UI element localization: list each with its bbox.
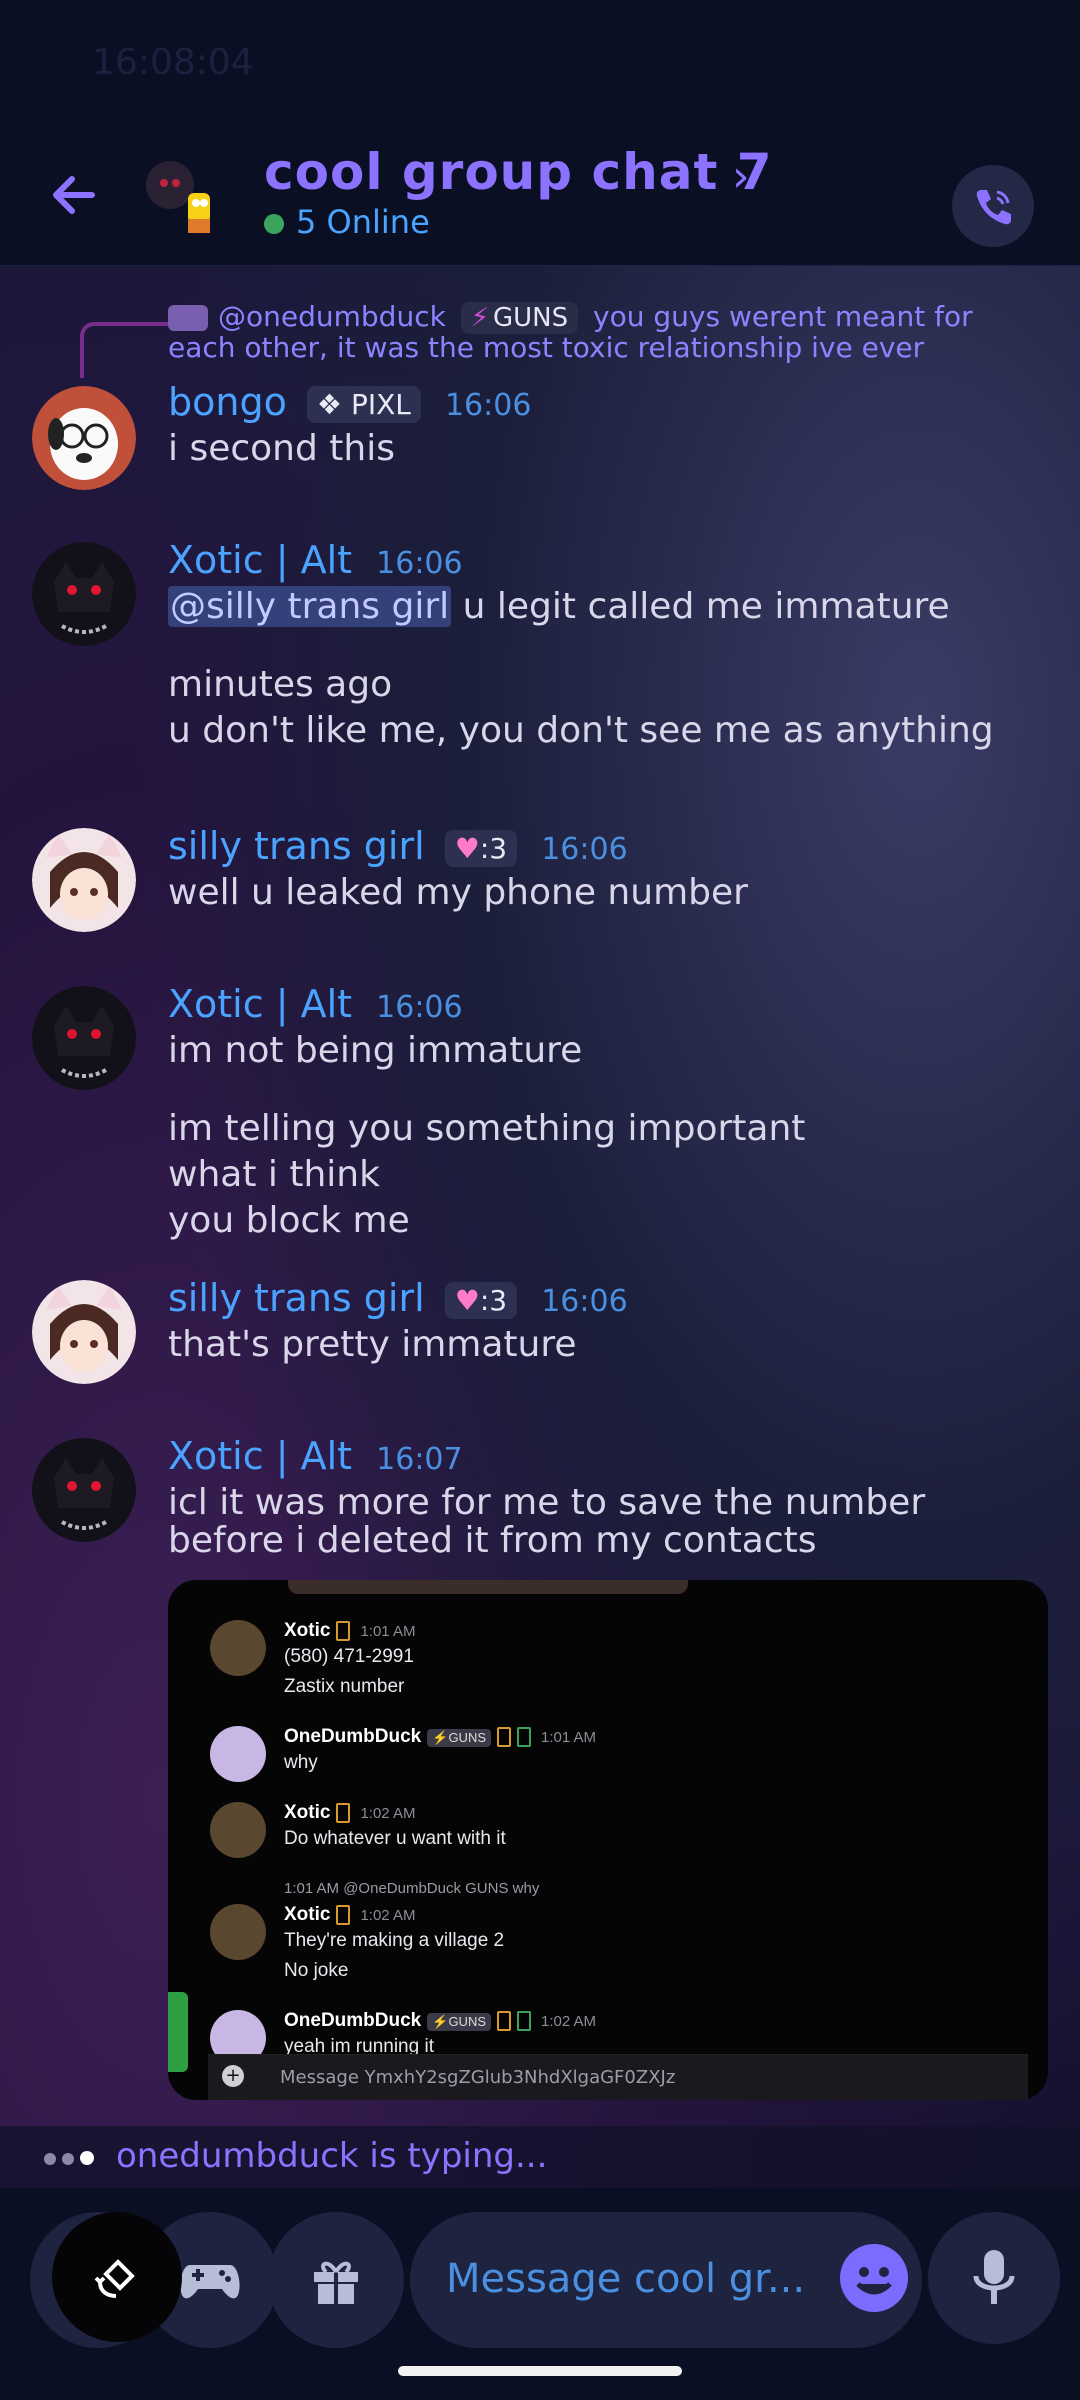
diamond-icon: ❖ bbox=[316, 388, 343, 421]
message-header: silly trans girl ♥:3 16:06 bbox=[168, 1276, 628, 1320]
plus-icon: + bbox=[222, 2065, 244, 2087]
message-header: Xotic | Alt 16:07 bbox=[168, 1434, 463, 1478]
message-header: Xotic | Alt 16:06 bbox=[168, 538, 463, 582]
status-time: 16:08:04 bbox=[92, 42, 254, 83]
online-count: 5 Online bbox=[264, 203, 430, 241]
reply-avatar-icon bbox=[168, 305, 208, 331]
author-name[interactable]: Xotic | Alt bbox=[168, 982, 352, 1026]
bolt-icon: ⚡ bbox=[470, 303, 489, 333]
screenshot-message-input: + Message YmxhY2sgZGlub3NhdXlgaGF0ZXJz bbox=[208, 2054, 1028, 2100]
typing-indicator: onedumbduck is typing... bbox=[0, 2126, 1080, 2188]
guns-tag: ⚡GUNS bbox=[427, 2013, 491, 2031]
gift-button[interactable] bbox=[268, 2212, 404, 2348]
message-body: i second this bbox=[168, 428, 395, 469]
author-name[interactable]: Xotic | Alt bbox=[168, 1434, 352, 1478]
attachment-side-indicator bbox=[168, 1992, 188, 2072]
timestamp: 16:07 bbox=[376, 1442, 463, 1477]
heart-badge: ♥:3 bbox=[444, 830, 518, 867]
desktop-icon bbox=[497, 1726, 511, 1747]
timestamp: 16:06 bbox=[541, 1284, 628, 1319]
timestamp: 16:06 bbox=[541, 832, 628, 867]
message-header: silly trans girl ♥:3 16:06 bbox=[168, 824, 628, 868]
message-body: im not being immature im telling you som… bbox=[168, 1030, 806, 1241]
reply-mention[interactable]: @onedumbduck bbox=[218, 300, 446, 333]
timestamp: 16:06 bbox=[376, 546, 463, 581]
avatar bbox=[210, 1620, 266, 1676]
message-body: that's pretty immature bbox=[168, 1324, 577, 1365]
online-dot-icon bbox=[264, 214, 284, 234]
mobile-icon bbox=[336, 1904, 351, 1925]
message-input[interactable]: Message cool gr... bbox=[410, 2212, 922, 2348]
screen-rotate-button[interactable] bbox=[52, 2212, 182, 2342]
back-arrow-icon[interactable] bbox=[44, 165, 104, 225]
gift-icon bbox=[314, 2261, 358, 2304]
pixl-badge: ❖ PIXL bbox=[306, 386, 421, 423]
home-indicator[interactable] bbox=[398, 2366, 682, 2376]
screenshot-reply: 1:01 AM @OneDumbDuck GUNS why bbox=[284, 1880, 540, 1897]
typing-dots-icon bbox=[44, 2150, 100, 2169]
timestamp: 16:06 bbox=[376, 990, 463, 1025]
avatar[interactable] bbox=[32, 986, 136, 1090]
chat-title[interactable]: cool group chat 7 bbox=[264, 143, 773, 201]
message-body: well u leaked my phone number bbox=[168, 872, 748, 913]
heart-icon: ♥ bbox=[454, 832, 480, 865]
chat-header: cool group chat 7 › 5 Online bbox=[0, 125, 1080, 266]
message-body: icl it was more for me to save the numbe… bbox=[168, 1482, 926, 1561]
gamepad-icon bbox=[180, 2265, 240, 2299]
timestamp: 16:06 bbox=[444, 388, 532, 423]
online-label: 5 Online bbox=[296, 203, 430, 241]
message-body: @silly trans girl u legit called me imma… bbox=[168, 586, 994, 751]
author-name[interactable]: silly trans girl bbox=[168, 824, 425, 868]
avatar[interactable] bbox=[32, 1438, 136, 1542]
mobile-icon bbox=[336, 1620, 351, 1641]
mobile-icon bbox=[517, 1726, 531, 1747]
chevron-right-icon[interactable]: › bbox=[732, 151, 750, 202]
microphone-icon bbox=[973, 2250, 1015, 2304]
voice-message-button[interactable] bbox=[928, 2212, 1060, 2344]
avatar bbox=[210, 1904, 266, 1960]
heart-icon: ♥ bbox=[454, 1284, 480, 1317]
image-attachment[interactable]: Xotic 1:01 AM (580) 471-2991 Zastix numbe… bbox=[168, 1580, 1048, 2100]
group-avatar[interactable] bbox=[144, 155, 224, 245]
desktop-icon bbox=[497, 2010, 511, 2031]
user-mention[interactable]: @silly trans girl bbox=[168, 586, 452, 627]
mobile-icon bbox=[336, 1802, 351, 1823]
message-header: bongo ❖ PIXL 16:06 bbox=[168, 380, 531, 424]
voice-call-button[interactable] bbox=[952, 165, 1034, 247]
heart-badge: ♥:3 bbox=[444, 1282, 518, 1319]
attachment-topbar bbox=[288, 1580, 688, 1594]
avatar[interactable] bbox=[32, 542, 136, 646]
mobile-icon bbox=[517, 2010, 531, 2031]
avatar[interactable] bbox=[32, 386, 136, 490]
author-name[interactable]: bongo bbox=[168, 380, 287, 424]
guns-tag: ⚡GUNS bbox=[427, 1729, 491, 1747]
guns-tag: ⚡GUNS bbox=[460, 302, 579, 334]
avatar bbox=[210, 1802, 266, 1858]
avatar bbox=[210, 1726, 266, 1782]
author-name[interactable]: silly trans girl bbox=[168, 1276, 425, 1320]
status-bar: 16:08:04 bbox=[0, 0, 1080, 125]
reply-connector bbox=[80, 322, 168, 378]
rotate-icon bbox=[94, 2259, 135, 2298]
emoji-icon[interactable] bbox=[840, 2244, 908, 2312]
message-header: Xotic | Alt 16:06 bbox=[168, 982, 463, 1026]
avatar[interactable] bbox=[32, 828, 136, 932]
avatar[interactable] bbox=[32, 1280, 136, 1384]
reply-preview[interactable]: @onedumbduck ⚡ GUNS you guys werent meant… bbox=[168, 302, 1028, 362]
phone-icon bbox=[976, 190, 1011, 225]
author-name[interactable]: Xotic | Alt bbox=[168, 538, 352, 582]
